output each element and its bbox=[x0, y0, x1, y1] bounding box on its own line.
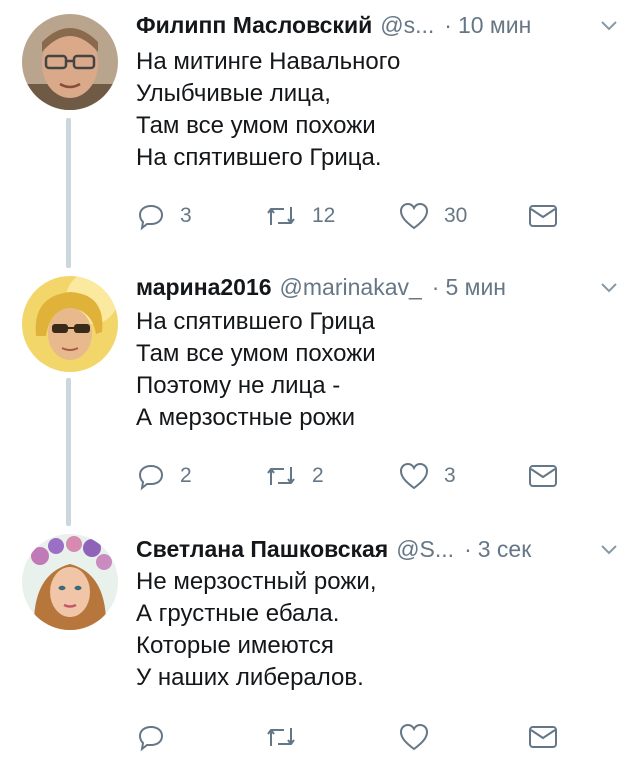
timestamp[interactable]: 5 мин bbox=[445, 274, 506, 301]
direct-message-button[interactable] bbox=[528, 459, 558, 493]
caret-down-icon[interactable] bbox=[598, 276, 620, 298]
tweet-actions bbox=[136, 720, 586, 754]
retweet-button[interactable]: 2 bbox=[264, 459, 324, 493]
tweet-line: На спятившего Грица. bbox=[136, 144, 382, 171]
like-icon bbox=[399, 202, 429, 230]
tweet-line: Которые имеются bbox=[136, 632, 334, 659]
direct-message-button[interactable] bbox=[528, 199, 558, 233]
retweet-button[interactable]: 12 bbox=[264, 199, 335, 233]
tweet-text: На спятившего Грица Там все умом похожи … bbox=[136, 306, 376, 434]
like-icon bbox=[399, 723, 429, 751]
username[interactable]: @S... bbox=[396, 536, 454, 563]
reply-icon bbox=[138, 464, 164, 491]
reply-button[interactable]: 2 bbox=[136, 459, 192, 493]
display-name[interactable]: Филипп Масловский bbox=[136, 12, 372, 39]
separator-dot: · bbox=[431, 273, 440, 300]
tweet-line: Там все умом похожи bbox=[136, 340, 376, 367]
retweet-count: 2 bbox=[312, 464, 324, 487]
tweet-header: марина2016 @marinakav_ · 5 мин bbox=[136, 270, 620, 304]
tweet-header: Светлана Пашковская @S... · 3 сек bbox=[136, 532, 620, 566]
username[interactable]: @s... bbox=[380, 12, 434, 39]
tweet[interactable]: Светлана Пашковская @S... · 3 сек Не мер… bbox=[0, 528, 640, 768]
like-button[interactable]: 3 bbox=[398, 459, 456, 493]
tweet-actions: 2 2 3 bbox=[136, 459, 586, 493]
tweet-header: Филипп Масловский @s... · 10 мин bbox=[136, 8, 620, 42]
direct-message-icon bbox=[529, 205, 557, 227]
caret-down-icon[interactable] bbox=[598, 14, 620, 36]
tweet[interactable]: марина2016 @marinakav_ · 5 мин На спятив… bbox=[0, 268, 640, 526]
avatar[interactable] bbox=[22, 534, 118, 630]
retweet-icon bbox=[267, 467, 295, 485]
tweet-line: Улыбчивые лица, bbox=[136, 80, 331, 107]
tweet-line: А грустные ебала. bbox=[136, 600, 340, 627]
timestamp[interactable]: 3 сек bbox=[478, 536, 532, 563]
retweet-icon bbox=[267, 207, 295, 225]
caret-down-icon[interactable] bbox=[598, 538, 620, 560]
reply-count: 3 bbox=[180, 204, 192, 227]
tweet[interactable]: Филипп Масловский @s... · 10 мин На мити… bbox=[0, 0, 640, 260]
reply-button[interactable]: 3 bbox=[136, 199, 192, 233]
tweet-line: Не мерзостный рожи, bbox=[136, 568, 377, 595]
retweet-icon bbox=[267, 728, 295, 746]
like-count: 30 bbox=[444, 204, 468, 227]
separator-dot: · bbox=[444, 11, 452, 38]
like-icon bbox=[399, 462, 429, 490]
tweet-text: Не мерзостный рожи, А грустные ебала. Ко… bbox=[136, 566, 376, 694]
direct-message-icon bbox=[529, 465, 557, 487]
retweet-count: 12 bbox=[312, 204, 336, 227]
display-name[interactable]: марина2016 bbox=[136, 274, 272, 301]
avatar[interactable] bbox=[22, 276, 118, 372]
username[interactable]: @marinakav_ bbox=[280, 274, 422, 301]
reply-button[interactable] bbox=[136, 720, 180, 754]
direct-message-button[interactable] bbox=[528, 720, 558, 754]
timestamp[interactable]: 10 мин bbox=[458, 12, 531, 39]
like-count: 3 bbox=[444, 464, 456, 487]
reply-count: 2 bbox=[180, 464, 192, 487]
like-button[interactable] bbox=[398, 720, 444, 754]
tweet-line: У наших либералов. bbox=[136, 664, 364, 691]
like-button[interactable]: 30 bbox=[398, 199, 467, 233]
reply-icon bbox=[138, 204, 164, 231]
tweet-text: На митинге Навального Улыбчивые лица, Та… bbox=[136, 46, 400, 174]
avatar[interactable] bbox=[22, 14, 118, 110]
display-name[interactable]: Светлана Пашковская bbox=[136, 536, 388, 563]
tweet-line: Поэтому не лица - bbox=[136, 372, 341, 399]
separator-dot: · bbox=[464, 535, 472, 562]
retweet-button[interactable] bbox=[264, 720, 312, 754]
tweet-line: На митинге Навального bbox=[136, 48, 401, 75]
tweet-line: Там все умом похожи bbox=[136, 112, 376, 139]
direct-message-icon bbox=[529, 726, 557, 748]
reply-icon bbox=[138, 725, 164, 752]
tweet-line: А мерзостные рожи bbox=[136, 404, 356, 431]
tweet-actions: 3 12 30 bbox=[136, 199, 586, 233]
tweet-line: На спятившего Грица bbox=[136, 308, 375, 335]
